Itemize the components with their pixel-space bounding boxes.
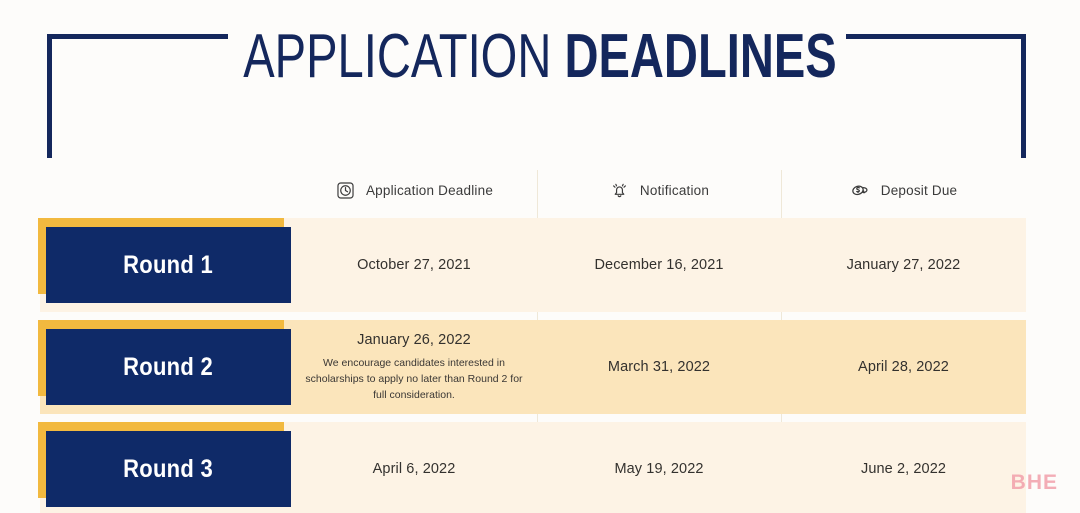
column-header-label: Notification	[639, 182, 710, 198]
cell-deposit-due: January 27, 2022	[781, 218, 1026, 312]
clock-icon	[335, 180, 356, 201]
round-badge: Round 1	[46, 227, 291, 303]
column-header-application-deadline: Application Deadline	[291, 162, 537, 218]
money-icon	[850, 180, 871, 201]
deadline-note: We encourage candidates interested in sc…	[305, 356, 523, 401]
deposit-date: April 28, 2022	[858, 359, 949, 375]
bracket-right-side-line	[1021, 34, 1026, 158]
round-label: Round 2	[123, 352, 214, 381]
table-row: Round 2 January 26, 2022 We encourage ca…	[0, 320, 1080, 414]
table-row: Round 3 April 6, 2022 May 19, 2022 June …	[0, 422, 1080, 513]
deadline-date: January 26, 2022	[357, 331, 471, 348]
round-label: Round 1	[123, 250, 214, 279]
cell-notification: December 16, 2021	[537, 218, 781, 312]
watermark: BHE	[1010, 471, 1058, 494]
deadlines-table: Application Deadline Notification Deposi…	[0, 162, 1080, 513]
column-header-label: Deposit Due	[880, 182, 958, 198]
bracket-left-side-line	[47, 34, 52, 158]
table-column-headers: Application Deadline Notification Deposi…	[0, 162, 1080, 218]
table-row: Round 1 October 27, 2021 December 16, 20…	[0, 218, 1080, 312]
notification-date: December 16, 2021	[594, 257, 724, 273]
page-title-bold: DEADLINES	[564, 22, 837, 91]
bell-icon	[609, 180, 630, 201]
notification-date: May 19, 2022	[614, 461, 704, 477]
column-header-label: Application Deadline	[365, 182, 494, 198]
cell-application-deadline: October 27, 2021	[291, 218, 537, 312]
deadline-date: April 6, 2022	[372, 461, 456, 477]
page-title: APPLICATION DEADLINES	[130, 18, 951, 96]
page-title-light: APPLICATION	[243, 22, 565, 91]
notification-date: March 31, 2022	[607, 359, 711, 375]
deposit-date: January 27, 2022	[846, 257, 961, 273]
deposit-date: June 2, 2022	[860, 461, 947, 477]
cell-application-deadline: April 6, 2022	[291, 422, 537, 513]
cell-notification: March 31, 2022	[537, 320, 781, 414]
column-header-deposit-due: Deposit Due	[781, 162, 1026, 218]
deadline-date: October 27, 2021	[357, 257, 471, 273]
cell-deposit-due: April 28, 2022	[781, 320, 1026, 414]
round-badge: Round 3	[46, 431, 291, 507]
deadlines-infographic: APPLICATION DEADLINES Application Deadli…	[0, 0, 1080, 513]
cell-deposit-due: June 2, 2022	[781, 422, 1026, 513]
round-label: Round 3	[123, 454, 214, 483]
cell-application-deadline: January 26, 2022 We encourage candidates…	[291, 320, 537, 414]
round-badge: Round 2	[46, 329, 291, 405]
cell-notification: May 19, 2022	[537, 422, 781, 513]
column-header-notification: Notification	[537, 162, 781, 218]
